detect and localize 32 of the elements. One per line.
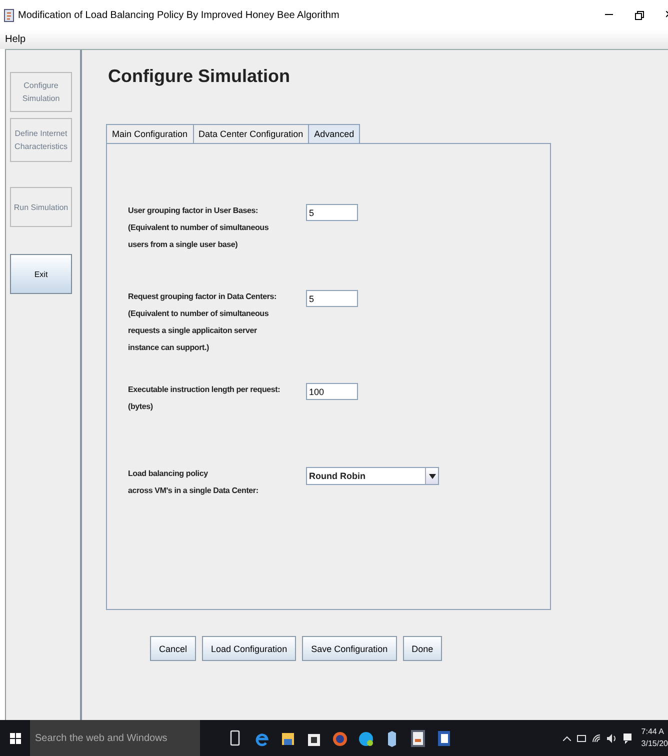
field-label: Load balancing policy across VM's in a single Data Center:	[128, 468, 260, 497]
dropdown[interactable]: Round Robin	[306, 467, 439, 485]
field-label: Executable instruction length per request: (bytes)	[128, 384, 282, 413]
document-icon[interactable]	[436, 728, 452, 748]
input-field[interactable]: 5	[306, 204, 358, 221]
button[interactable]: Cancel	[150, 636, 196, 661]
notification-icon[interactable]	[623, 732, 632, 744]
button[interactable]: Load Configuration	[202, 636, 296, 661]
clock-time[interactable]: 7:44 A	[641, 726, 668, 738]
search-field[interactable]: Search the web and Windows	[30, 720, 200, 756]
chevron-up-icon[interactable]	[563, 736, 572, 740]
clock-date[interactable]: 3/15/20	[641, 738, 668, 750]
tab[interactable]: Advanced	[308, 124, 360, 143]
window-title: Modification of Load Balancing Policy By Improved Honey Bee Algorithm	[18, 10, 340, 20]
battery-icon[interactable]	[577, 734, 586, 742]
field-label: Request grouping factor in Data Centers: (Equivalent to number of simultaneous requests a single applicaiton server instance can support.)	[128, 291, 278, 354]
restore-icon[interactable]	[635, 10, 644, 20]
input-field[interactable]: 100	[306, 383, 358, 400]
button[interactable]: Done	[402, 636, 442, 661]
button[interactable]: Save Configuration	[302, 636, 397, 661]
speaker-icon[interactable]	[607, 734, 618, 742]
sidebar-button[interactable]: Exit	[10, 254, 72, 294]
field-label: User grouping factor in User Bases: (Equivalent to number of simultaneous users from a single user base)	[128, 205, 270, 251]
dropdown-arrow-icon[interactable]	[428, 474, 436, 478]
menu-item[interactable]: Help	[5, 34, 26, 45]
wifi-icon[interactable]	[592, 734, 602, 742]
minimize-icon[interactable]	[605, 14, 613, 16]
page-heading: Configure Simulation	[108, 66, 291, 88]
start-icon[interactable]	[10, 732, 20, 744]
tab[interactable]: Main Configuration	[106, 124, 194, 143]
app-icon	[4, 8, 14, 22]
input-field[interactable]: 5	[306, 290, 358, 307]
